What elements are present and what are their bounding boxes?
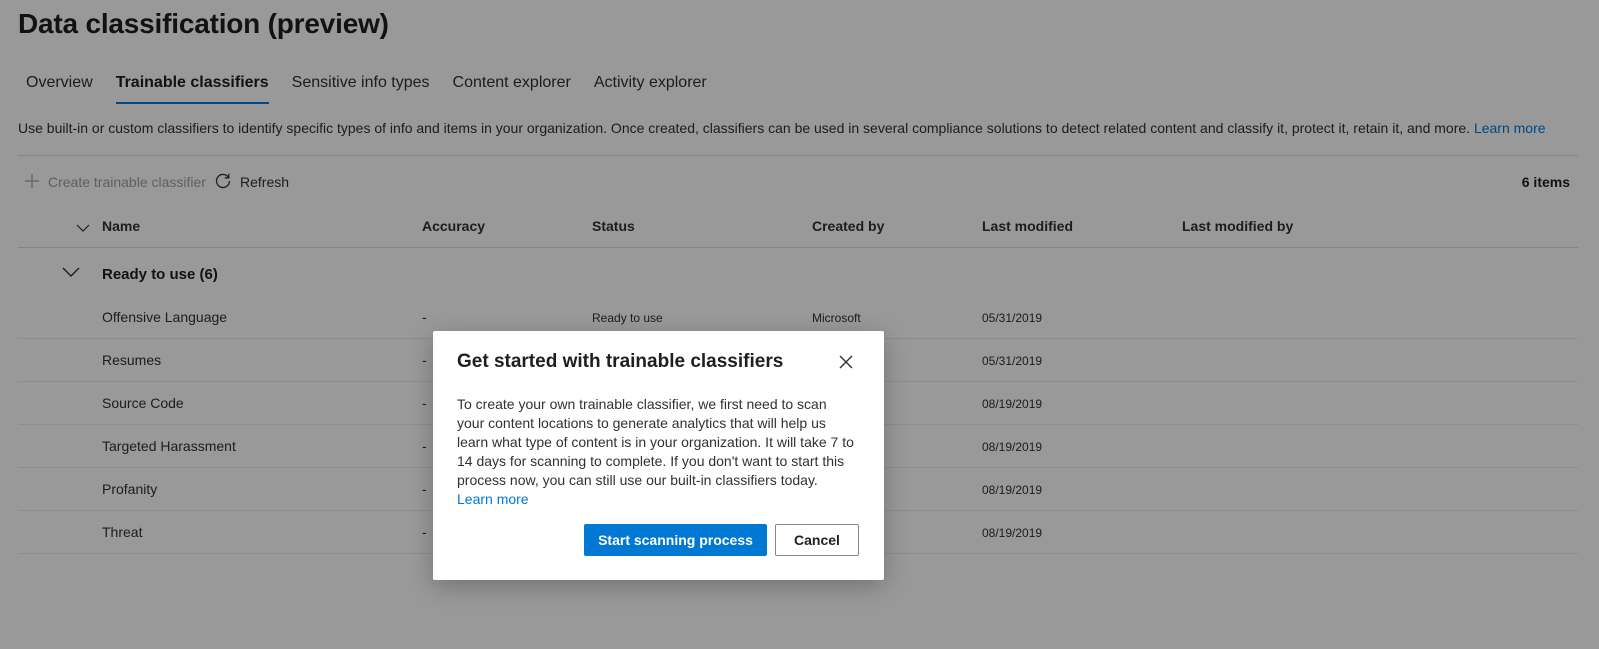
dialog-title: Get started with trainable classifiers xyxy=(457,351,784,372)
dialog-body-text: To create your own trainable classifier,… xyxy=(457,396,854,488)
dialog-body: To create your own trainable classifier,… xyxy=(457,395,857,509)
page: Data classification (preview) Overview T… xyxy=(0,0,1599,649)
close-icon[interactable] xyxy=(837,353,855,371)
modal-dialog: Get started with trainable classifiers T… xyxy=(433,331,884,580)
cancel-button[interactable]: Cancel xyxy=(775,524,859,556)
dialog-learn-more-link[interactable]: Learn more xyxy=(457,491,529,507)
start-scanning-button[interactable]: Start scanning process xyxy=(584,524,767,556)
